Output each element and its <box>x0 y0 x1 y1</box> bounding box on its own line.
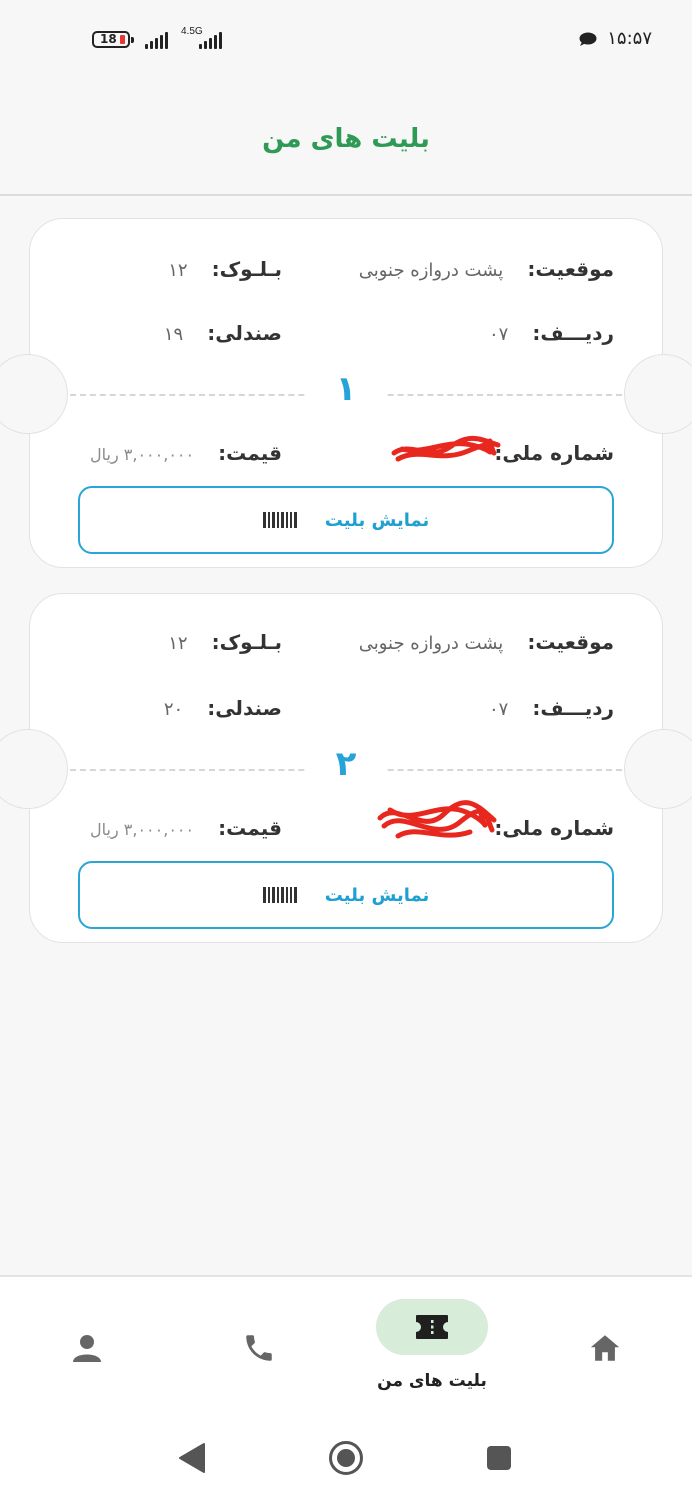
redaction-scribble <box>391 436 501 462</box>
national-id-field: شماره ملی: <box>494 816 614 840</box>
ticket-number: ۲ <box>306 744 386 784</box>
nav-active-label: بلیت های من <box>377 1371 487 1391</box>
row-value: ۰۷ <box>488 324 509 345</box>
app-header: بلیت های من <box>0 80 692 196</box>
national-id-label: شماره ملی: <box>494 441 614 465</box>
ticket-card: ۱ موقعیت: پشت دروازه جنوبی بـلـوک: ۱۲ رد… <box>0 218 692 568</box>
location-value: پشت دروازه جنوبی <box>358 260 504 281</box>
back-icon[interactable] <box>178 1442 206 1474</box>
price-field: قیمت: ۳,۰۰۰,۰۰۰ ریال <box>90 441 282 465</box>
location-field: موقعیت: پشت دروازه جنوبی <box>359 630 614 654</box>
price-label: قیمت: <box>218 441 282 465</box>
nav-profile[interactable] <box>40 1277 135 1417</box>
national-id-field: شماره ملی: <box>494 441 614 465</box>
signal-icon-2 <box>199 29 222 49</box>
row-field: ردیـــف: ۰۷ <box>489 321 614 345</box>
show-ticket-label: نمایش بلیت <box>324 884 430 906</box>
seat-label: صندلی: <box>207 696 282 720</box>
price-value: ۳,۰۰۰,۰۰۰ ریال <box>90 820 195 839</box>
clock: ۱۵:۵۷ <box>607 28 652 49</box>
seat-value: ۲۰ <box>163 699 184 720</box>
block-label: بـلـوک: <box>211 630 282 654</box>
location-label: موقعیت: <box>527 630 614 654</box>
national-id-label: شماره ملی: <box>494 816 614 840</box>
ticket-icon <box>416 1315 448 1339</box>
signal-icon <box>145 29 168 49</box>
ticket-notch-right <box>624 729 692 809</box>
row-label: ردیـــف: <box>532 696 614 720</box>
show-ticket-label: نمایش بلیت <box>324 509 430 531</box>
message-icon <box>579 32 597 46</box>
price-field: قیمت: ۳,۰۰۰,۰۰۰ ریال <box>90 816 282 840</box>
row-field: ردیـــف: ۰۷ <box>489 696 614 720</box>
location-field: موقعیت: پشت دروازه جنوبی <box>359 257 614 281</box>
status-bar: 18 4.5G ۱۵:۵۷ <box>0 0 692 80</box>
price-value: ۳,۰۰۰,۰۰۰ ریال <box>90 445 195 464</box>
ticket-card: ۲ موقعیت: پشت دروازه جنوبی بـلـوک: ۱۲ رد… <box>0 593 692 943</box>
row-label: ردیـــف: <box>532 321 614 345</box>
recents-icon[interactable] <box>486 1445 512 1471</box>
ticket-notch-left <box>0 729 68 809</box>
barcode-icon <box>262 887 297 903</box>
barcode-icon <box>262 512 297 528</box>
phone-icon <box>246 1335 272 1361</box>
bottom-navigation: بلیت های من <box>0 1275 692 1417</box>
ticket-notch-right <box>624 354 692 434</box>
ticket-notch-left <box>0 354 68 434</box>
system-navigation-bar <box>0 1415 692 1500</box>
battery-icon: 18 <box>92 31 134 48</box>
home-icon <box>590 1335 620 1361</box>
redaction-scribble <box>377 800 497 839</box>
block-field: بـلـوک: ۱۲ <box>168 257 282 281</box>
profile-icon <box>73 1335 101 1362</box>
page-title: بلیت های من <box>262 124 430 154</box>
seat-value: ۱۹ <box>163 324 184 345</box>
block-value: ۱۲ <box>168 260 188 281</box>
location-label: موقعیت: <box>527 257 614 281</box>
price-label: قیمت: <box>218 816 282 840</box>
nav-contact[interactable] <box>212 1277 307 1417</box>
block-label: بـلـوک: <box>211 257 282 281</box>
nav-home[interactable] <box>558 1277 653 1417</box>
location-value: پشت دروازه جنوبی <box>358 633 504 654</box>
nav-my-tickets[interactable] <box>376 1299 488 1355</box>
seat-label: صندلی: <box>207 321 282 345</box>
battery-level: 18 <box>100 32 117 46</box>
show-ticket-button[interactable]: نمایش بلیت <box>78 861 614 929</box>
row-value: ۰۷ <box>488 699 509 720</box>
seat-field: صندلی: ۱۹ <box>164 321 282 345</box>
show-ticket-button[interactable]: نمایش بلیت <box>78 486 614 554</box>
block-value: ۱۲ <box>168 633 188 654</box>
ticket-number: ۱ <box>306 369 386 409</box>
block-field: بـلـوک: ۱۲ <box>168 630 282 654</box>
home-button-icon[interactable] <box>328 1440 364 1476</box>
seat-field: صندلی: ۲۰ <box>164 696 282 720</box>
